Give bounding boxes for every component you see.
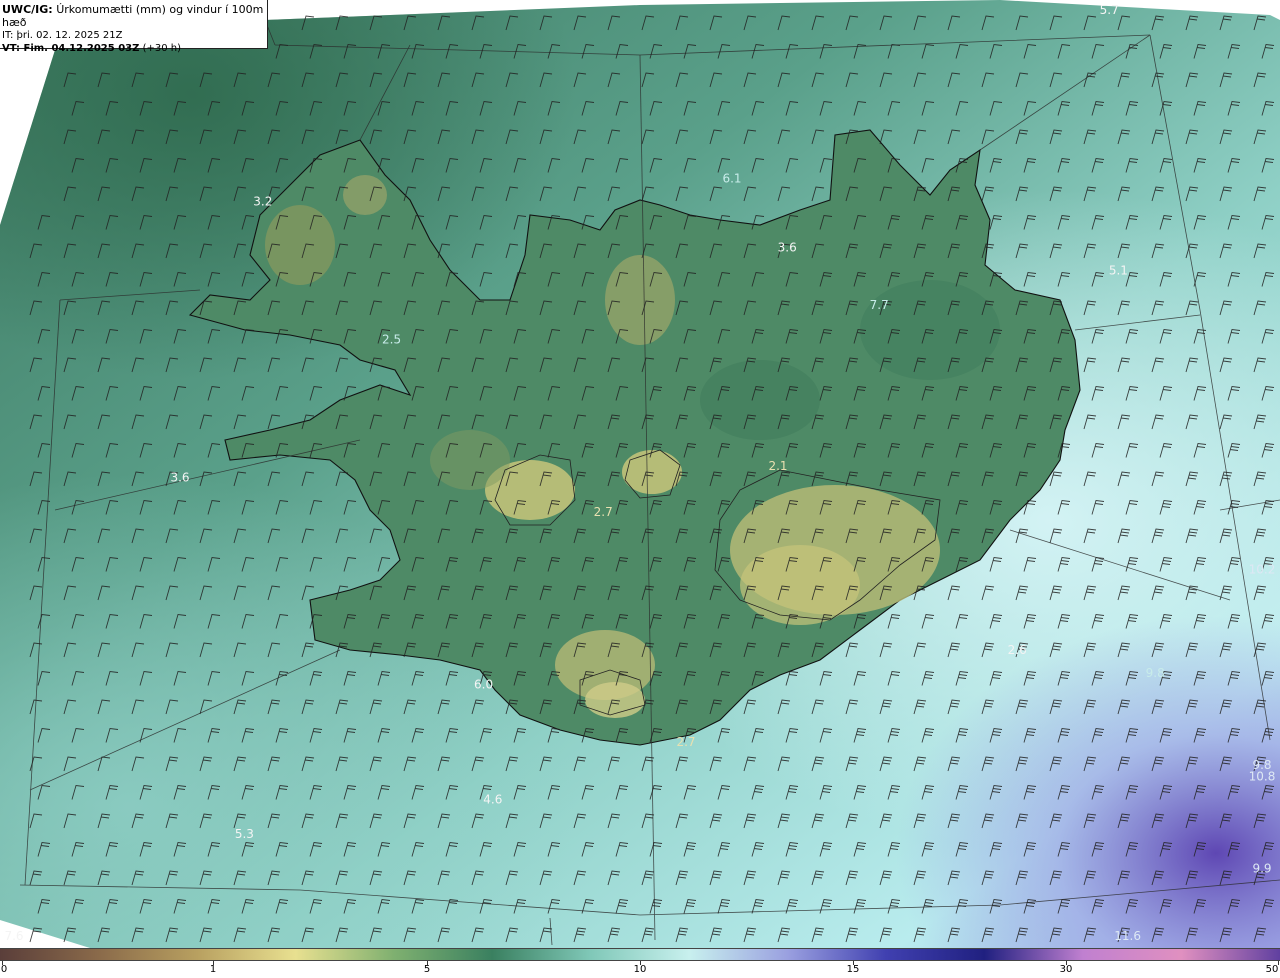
precip-value-label: 2.7 [676,735,695,749]
precipitation-wind-map: 5.7 3.2 3.6 5.1 7.7 6.1 2.5 3.6 2.7 2.1 10.2 2.6 9.8… [0,0,1280,948]
precip-value-label: 7.6 [4,929,23,943]
precip-value-label: 7.7 [870,298,889,312]
map-header: UWC/IG: Úrkomumætti (mm) og vindur í 100… [0,0,268,54]
forecast-hour: (+30 h) [142,43,181,54]
precip-value-label: 3.2 [253,195,272,209]
precip-value-label: 6.0 [474,678,493,692]
precip-value-label: 5.1 [1109,264,1128,278]
precip-value-label: 2.5 [382,333,401,347]
colorbar-label: 5 [423,964,431,975]
precip-value-label: 2.7 [594,505,613,519]
colorbar-label: 50 [1265,964,1279,975]
colorbar: 0 1 5 10 15 30 50 [0,948,1280,978]
precip-value-label: 10.8 [1249,770,1276,784]
precip-value-label: 4.6 [483,793,502,807]
precip-value-label: 9.9 [1252,862,1271,876]
product-code: UWC/IG: [2,3,53,16]
init-time: IT: þri. 02. 12. 2025 21Z [2,30,123,41]
precip-value-label: 6.1 [722,172,741,186]
precip-value-label: 3.6 [170,471,189,485]
colorbar-label: 1 [209,964,217,975]
precip-value-label: 5.7 [1100,3,1119,17]
colorbar-label: 10 [633,964,647,975]
precip-value-label: 10.2 [1249,563,1276,577]
precip-value-label: 2.6 [1008,643,1027,657]
colorbar-strip [0,948,1280,961]
precip-value-label: 11.6 [1114,929,1141,943]
precip-value-label: 9.8 [1146,666,1165,680]
valid-time: VT: Fim. 04.12.2025 03Z [2,43,140,54]
precip-value-label: 2.1 [768,459,787,473]
colorbar-label: 30 [1059,964,1073,975]
colorbar-label: 0 [0,964,8,975]
precip-value-label: 3.6 [778,241,797,255]
colorbar-label: 15 [846,964,860,975]
precip-value-label: 5.3 [235,827,254,841]
